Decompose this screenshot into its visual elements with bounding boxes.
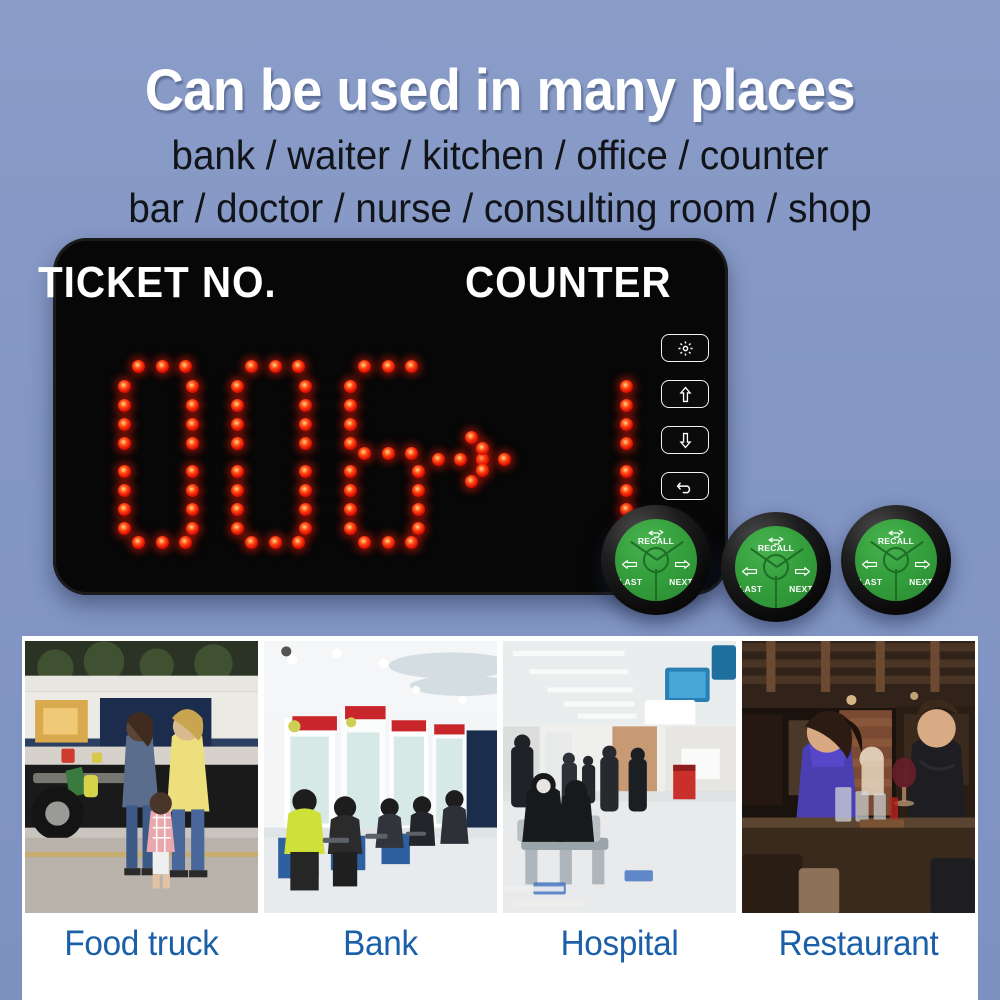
recall-label: RECALL	[757, 543, 795, 553]
use-case-gallery: Food truck Bank Hospital Restaurant	[22, 636, 978, 1000]
next-arrow-icon	[794, 564, 811, 582]
photo-food-truck	[25, 641, 258, 913]
last-arrow-icon	[861, 557, 878, 575]
caption-row: Food truck Bank Hospital Restaurant	[22, 924, 978, 964]
caption-hospital: Hospital	[560, 924, 679, 963]
ticket-digit-1	[118, 360, 214, 552]
call-button-face: RECALL LAST NEXT	[615, 519, 697, 601]
ticket-digit-2	[231, 360, 327, 552]
photo-bank	[264, 641, 497, 913]
gear-icon	[677, 340, 694, 357]
recall-label: RECALL	[877, 536, 915, 546]
recall-label: RECALL	[637, 536, 675, 546]
counter-label: COUNTER	[465, 258, 672, 307]
photo-restaurant	[742, 641, 975, 913]
divider	[775, 576, 777, 608]
usage-line-1: bank / waiter / kitchen / office / count…	[171, 132, 829, 178]
ticket-no-label: TICKET NO.	[38, 258, 277, 307]
call-button-1[interactable]: RECALL LAST NEXT	[601, 505, 711, 615]
next-label: NEXT	[909, 577, 933, 587]
call-button-face: RECALL LAST NEXT	[855, 519, 937, 601]
center-hub	[883, 547, 909, 573]
product-marketing-image: Can be used in many places bank / waiter…	[0, 0, 1000, 1000]
arrow-up-icon	[678, 386, 692, 403]
led-display	[118, 360, 648, 552]
next-arrow-icon	[674, 557, 691, 575]
undo-arrow-icon	[676, 479, 694, 494]
up-button[interactable]	[661, 380, 709, 408]
divider	[655, 569, 657, 601]
caption-restaurant: Restaurant	[778, 924, 939, 963]
call-button-2[interactable]: RECALL LAST NEXT	[721, 512, 831, 622]
divider	[895, 569, 897, 601]
caption-food-truck: Food truck	[64, 924, 219, 963]
next-label: NEXT	[669, 577, 693, 587]
caption-bank: Bank	[343, 924, 418, 963]
next-arrow-icon	[914, 557, 931, 575]
side-button-group	[661, 334, 709, 518]
call-button-face: RECALL LAST NEXT	[735, 526, 817, 608]
usage-line-2: bar / doctor / nurse / consulting room /…	[128, 185, 872, 231]
settings-button[interactable]	[661, 334, 709, 362]
center-hub	[643, 547, 669, 573]
photo-row	[22, 641, 978, 913]
ticket-digit-3	[344, 360, 440, 552]
photo-hospital	[503, 641, 736, 913]
last-label: LAST	[859, 577, 883, 587]
call-button-3[interactable]: RECALL LAST NEXT	[841, 505, 951, 615]
center-hub	[763, 554, 789, 580]
last-label: LAST	[619, 577, 643, 587]
last-arrow-icon	[621, 557, 638, 575]
last-label: LAST	[739, 584, 763, 594]
page-title: Can be used in many places	[144, 58, 856, 123]
arrow-down-icon	[678, 432, 692, 449]
arrow-icon	[432, 362, 544, 552]
next-label: NEXT	[789, 584, 813, 594]
down-button[interactable]	[661, 426, 709, 454]
back-button[interactable]	[661, 472, 709, 500]
last-arrow-icon	[741, 564, 758, 582]
